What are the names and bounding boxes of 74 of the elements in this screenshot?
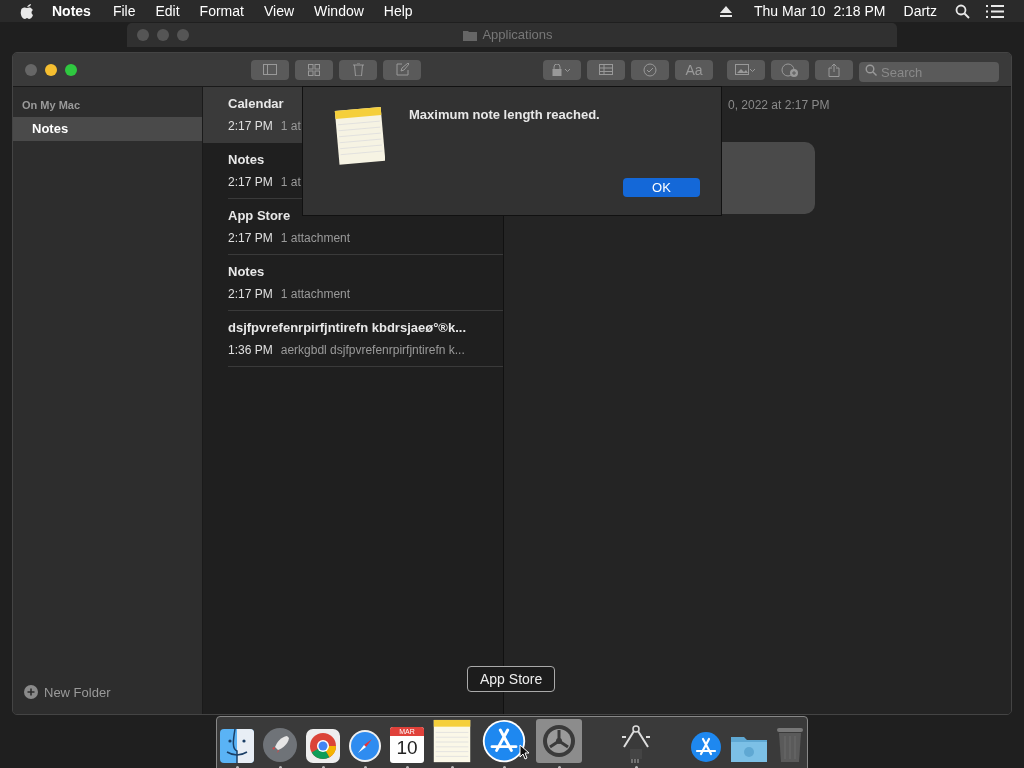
mouse-cursor-icon [519,744,530,760]
sidebar-toggle-button[interactable] [251,59,289,80]
gallery-view-button[interactable] [295,59,333,80]
note-title: App Store [228,207,292,226]
delete-button[interactable] [339,59,377,80]
note-preview: 1 attachment [280,285,351,303]
ok-button[interactable]: OK [623,178,700,197]
note-title: Calendar [228,95,285,114]
note-time: 2:17 PM [228,117,273,135]
note-title: Notes [228,151,266,170]
note-title: dsjfpvrefenrpirfjntirefn kbdrsjaeø°®k... [228,319,467,338]
new-folder-button[interactable]: New Folder [13,682,202,714]
note-time: 2:17 PM [228,229,273,247]
sidebar-item[interactable]: Notes [13,116,202,141]
finder-icon[interactable] [220,729,254,763]
window-title: Applications [482,26,553,45]
user-name[interactable]: Dartz [903,0,937,22]
note-preview: 1 attachment [280,229,351,247]
menu-item[interactable]: Edit [155,0,180,22]
share-icon [828,62,840,77]
checkmark-circle-icon [643,62,657,77]
person-add-icon [781,62,799,77]
trash-icon [352,63,364,76]
note-time: 2:17 PM [228,285,273,303]
search-icon [865,63,877,76]
lock-button[interactable] [543,59,581,80]
compass-icon[interactable] [348,729,382,763]
apple-icon[interactable] [20,3,34,19]
trash-icon[interactable] [776,727,804,763]
grid-icon [308,63,320,76]
note-row[interactable]: Notes 2:17 PM 1 attachment [203,255,503,311]
note-time: 1:36 PM [228,341,273,359]
table-button[interactable] [587,59,625,80]
note-time: 2:17 PM [228,173,273,191]
compose-button[interactable] [383,59,421,80]
minimize-button[interactable] [45,63,57,76]
compose-icon [395,63,409,76]
eject-icon[interactable] [720,5,733,17]
app-store-icon[interactable] [690,731,722,763]
add-people-button[interactable] [771,59,809,80]
media-button[interactable] [727,59,765,80]
zoom-button[interactable] [65,63,77,76]
chrome-icon[interactable] [306,729,340,763]
app-store-icon[interactable] [480,719,528,764]
menu-item[interactable]: Format [199,0,244,22]
menu-item[interactable]: Window [314,0,364,22]
note-preview: 1 at [280,117,301,135]
sidebar-icon [263,64,277,75]
alert-message: Maximum note length reached. [409,106,601,124]
rocket-icon[interactable] [262,727,298,763]
checklist-button[interactable] [631,59,669,80]
gear-icon[interactable] [536,719,582,763]
share-button[interactable] [815,59,853,80]
search-icon[interactable] [955,3,970,19]
photo-icon [735,63,757,76]
dock-tooltip: App Store [467,666,556,692]
clock[interactable]: Thu Mar 10 2:18 PM [754,0,886,22]
lock-icon [552,63,572,76]
note-title: Notes [228,263,266,282]
list-icon[interactable] [986,4,1004,18]
menu-item[interactable]: View [263,0,295,22]
menu-item[interactable]: File [112,0,136,22]
plus-circle-icon [24,685,38,700]
note-date: 0, 2022 at 2:17 PM [728,97,830,114]
note-row[interactable]: dsjfpvrefenrpirfjntirefn kbdrsjaeø°®k... 1:36 PM aerkgbdl dsjfpvrefenrpirfjntirefn k... [203,311,503,367]
note-preview: aerkgbdl dsjfpvrefenrpirfjntirefn k... [280,341,465,359]
folder-icon [463,29,478,41]
note-preview: 1 at [280,173,301,191]
app-menu[interactable]: Notes [52,0,91,22]
sidebar-section-header: On My Mac [21,98,82,113]
calendar-day: 10 [396,736,418,760]
table-icon [599,64,613,75]
menu-item[interactable]: Help [383,0,413,22]
notepad-icon[interactable] [432,719,472,764]
